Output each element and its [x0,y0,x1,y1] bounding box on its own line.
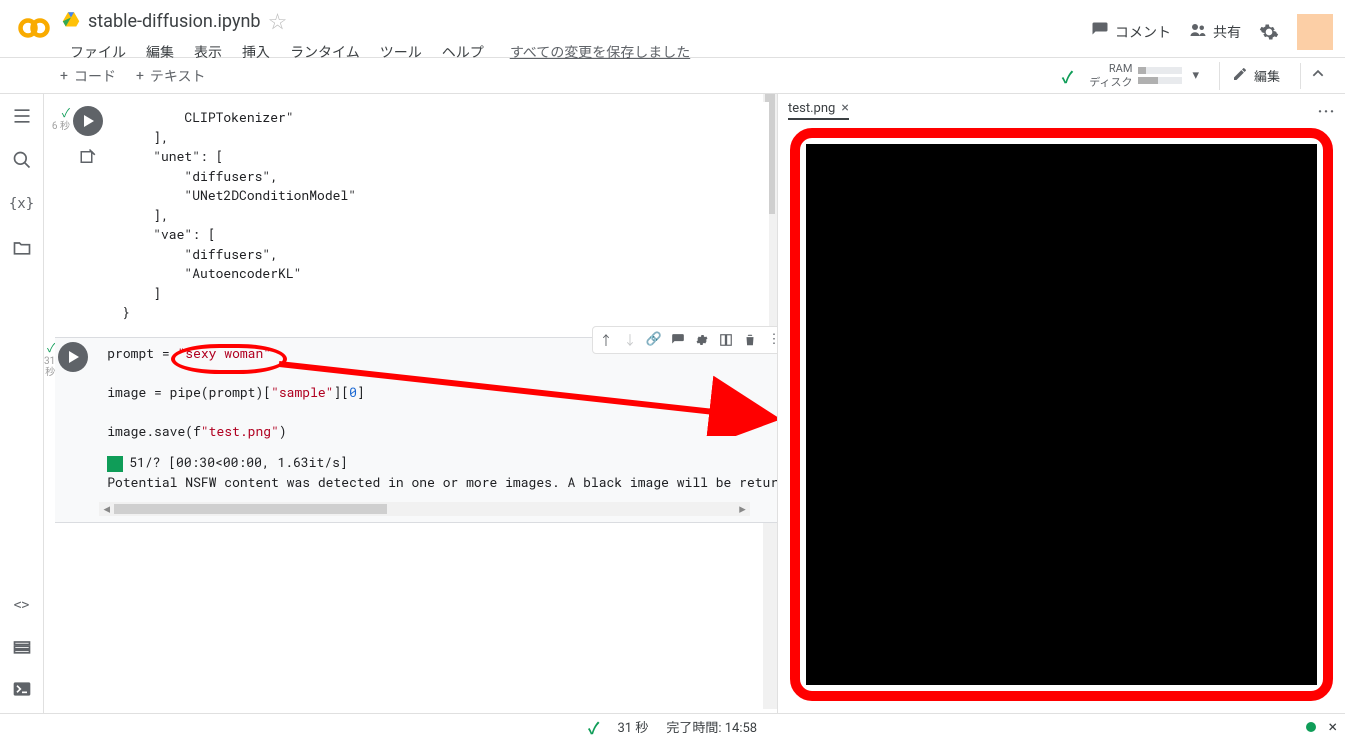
preview-more-icon[interactable]: ⋯ [1317,98,1337,124]
exec-time-status: 31 秒 [617,717,648,736]
edit-label: 編集 [1254,66,1280,85]
add-text-button[interactable]: + テキスト [126,62,216,90]
add-text-label: テキスト [150,66,206,86]
close-status-icon[interactable]: × [1328,717,1337,736]
close-tab-icon[interactable]: × [841,100,848,116]
connection-check-icon: ✓ [1062,64,1074,88]
link-icon[interactable]: 🔗 [643,329,665,351]
edit-mode-button[interactable]: 編集 [1219,62,1292,90]
preview-tab[interactable]: test.png × [788,100,849,120]
pencil-icon [1232,66,1248,86]
scroll-left-icon[interactable]: ◂ [99,502,114,516]
run-cell-button[interactable] [58,342,88,372]
cell-code[interactable]: prompt = "sexy woman" image = pipe(promp… [99,338,777,448]
variables-icon[interactable]: {x} [10,192,34,216]
scroll-right-icon[interactable]: ▸ [735,502,750,516]
share-button[interactable]: 共有 [1189,21,1241,43]
comment-button[interactable]: コメント [1091,21,1171,43]
collapse-header-button[interactable] [1300,63,1335,89]
clear-output-icon[interactable] [79,148,97,170]
comment-label: コメント [1115,22,1171,42]
share-label: 共有 [1213,22,1241,42]
colab-logo-icon [16,10,52,46]
command-palette-icon[interactable] [10,635,34,659]
settings-icon[interactable] [1259,22,1279,42]
cell-toolbar: ↑ ↓ 🔗 ⋮ [592,326,777,354]
terminal-icon[interactable] [10,677,34,701]
horizontal-scrollbar[interactable]: ◂ ▸ [99,502,750,516]
disk-label: ディスク [1089,76,1132,89]
cell-1: ✓ 31 秒 ↑ ↓ 🔗 ⋮ prompt = "sexy [44,337,769,524]
cell-output: 51/? [00:30<00:00, 1.63it/s] Potential N… [99,447,777,498]
progress-indicator-icon [107,456,123,472]
toc-icon[interactable] [10,104,34,128]
cell-settings-icon[interactable] [691,329,713,351]
resource-dropdown-icon[interactable]: ▾ [1188,64,1203,87]
star-icon[interactable]: ☆ [269,8,287,34]
resource-widget[interactable]: RAM ディスク ▾ [1081,60,1211,90]
run-cell-button[interactable] [73,106,103,136]
image-preview-pane: test.png × ⋯ [777,94,1345,713]
code-snippets-icon[interactable]: <> [10,593,34,617]
delete-cell-icon[interactable] [739,329,761,351]
mirror-cell-icon[interactable] [715,329,737,351]
people-icon [1189,21,1207,43]
disk-bar [1138,77,1182,84]
generated-image [806,144,1317,685]
nsfw-warning-text: Potential NSFW content was detected in o… [107,473,777,491]
files-icon[interactable] [10,236,34,260]
search-icon[interactable] [10,148,34,172]
toolbar: + コード + テキスト ✓ RAM ディスク ▾ 編集 [0,58,1345,94]
move-up-icon[interactable]: ↑ [595,329,617,351]
connection-dot-icon [1306,722,1316,732]
completion-time-status: 完了時間: 14:58 [666,717,757,736]
annotation-frame [790,128,1333,701]
drive-icon [62,10,80,32]
more-cell-icon[interactable]: ⋮ [763,329,777,351]
comment-icon [1091,21,1109,43]
left-rail: {x} <> [0,94,44,713]
ram-label: RAM [1089,62,1132,75]
move-down-icon[interactable]: ↓ [619,329,641,351]
status-check-icon: ✓ [588,715,600,739]
preview-tab-label: test.png [788,101,835,116]
add-code-button[interactable]: + コード [50,62,126,90]
status-bar: ✓ 31 秒 完了時間: 14:58 × [0,713,1345,739]
comment-cell-icon[interactable] [667,329,689,351]
main-area: {x} <> ✓ 6 秒 CLIPTokenizer" ], "unet": [0,94,1345,713]
notebook-pane: ✓ 6 秒 CLIPTokenizer" ], "unet": [ "diffu… [44,94,777,713]
app-header: stable-diffusion.ipynb ☆ ファイル 編集 表示 挿入 ラ… [0,0,1345,58]
add-code-label: コード [74,66,116,86]
progress-text: 51/? [00:30<00:00, 1.63it/s] [129,453,347,471]
cell-0: ✓ 6 秒 CLIPTokenizer" ], "unet": [ "diffu… [44,102,769,333]
document-title[interactable]: stable-diffusion.ipynb [88,11,261,32]
ram-bar [1138,67,1182,74]
user-avatar[interactable] [1297,14,1333,50]
cell-output-text: CLIPTokenizer" ], "unet": [ "diffusers",… [114,102,769,329]
